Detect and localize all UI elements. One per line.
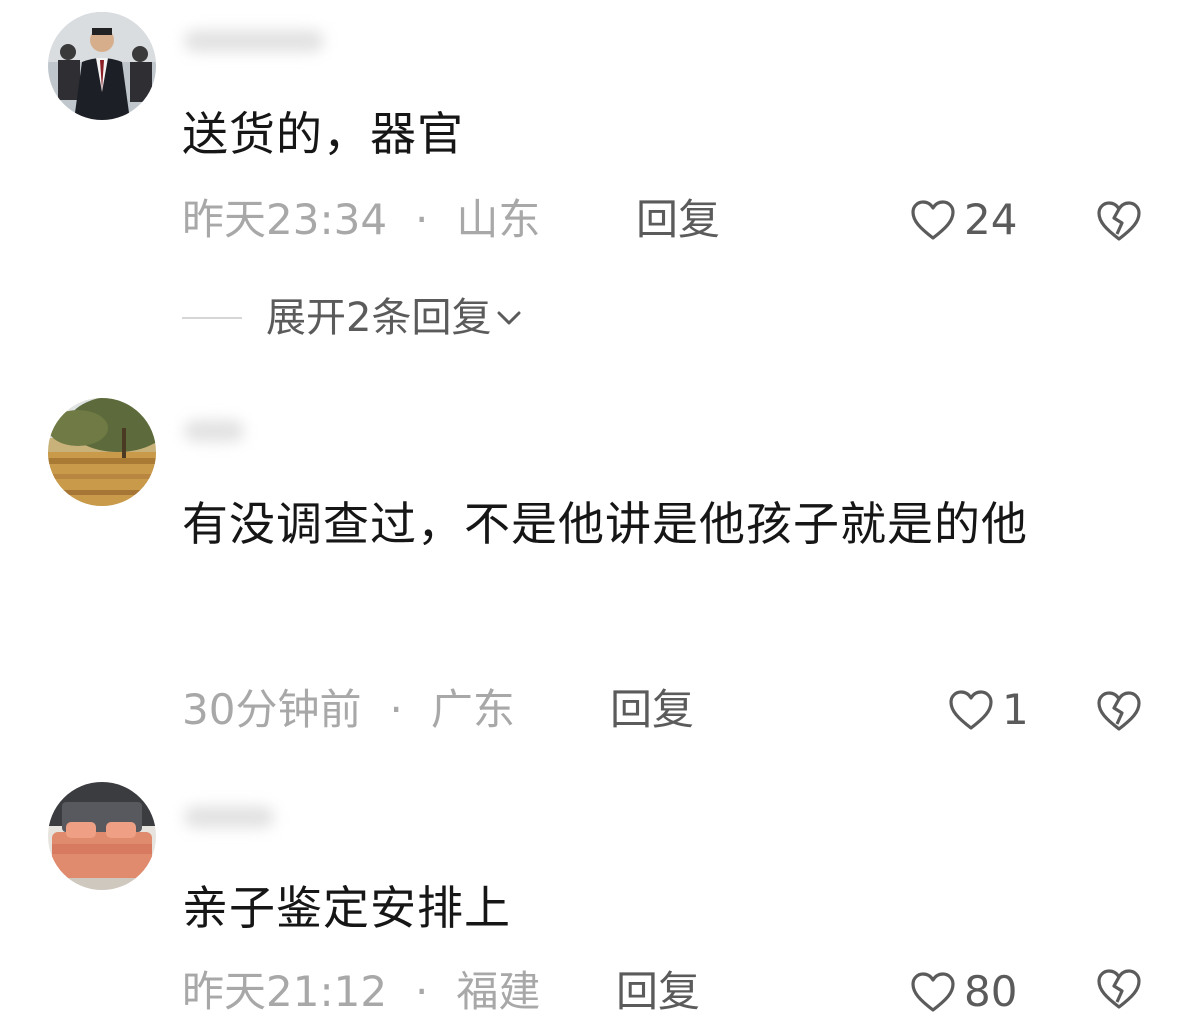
comment-time: 30分钟前 [182, 685, 362, 734]
heart-outline-icon [911, 200, 955, 240]
expand-replies[interactable]: 展开2条回复 [182, 288, 523, 348]
comment-text: 送货的，器官 [182, 107, 464, 161]
heart-outline-icon [949, 690, 993, 730]
reply-button[interactable]: 回复 [610, 680, 694, 740]
broken-heart-icon[interactable] [1096, 198, 1142, 244]
reply-button[interactable]: 回复 [616, 962, 700, 1022]
meta-separator: · [415, 195, 429, 244]
divider-line [182, 317, 242, 319]
username-blurred[interactable] [184, 806, 274, 828]
comment-meta: 昨天23:34 · 山东 [182, 190, 540, 250]
meta-separator: · [415, 967, 429, 1016]
username-blurred[interactable] [184, 420, 244, 442]
avatar[interactable] [48, 398, 156, 506]
like-count: 24 [964, 195, 1018, 244]
comment-meta: 30分钟前 · 广东 [182, 680, 515, 740]
like-button[interactable]: 24 [910, 190, 1017, 250]
like-button[interactable]: 1 [948, 680, 1029, 740]
broken-heart-icon[interactable] [1096, 688, 1142, 734]
like-count: 80 [964, 967, 1018, 1016]
comment-location: 广东 [430, 685, 515, 734]
comment-location: 山东 [456, 195, 541, 244]
avatar-image [48, 12, 156, 120]
broken-heart-icon[interactable] [1096, 966, 1142, 1012]
avatar-image [48, 782, 156, 890]
avatar[interactable] [48, 782, 156, 890]
comment-text: 有没调查过，不是他讲是他孩子就是的他 [182, 497, 1028, 551]
meta-separator: · [389, 685, 403, 734]
expand-replies-label: 展开2条回复 [266, 295, 492, 341]
like-count: 1 [1002, 685, 1029, 734]
comment-time: 昨天23:34 [182, 195, 388, 244]
comment-text: 亲子鉴定安排上 [182, 881, 511, 935]
comment-time: 昨天21:12 [182, 967, 388, 1016]
avatar-image [48, 398, 156, 506]
like-button[interactable]: 80 [910, 962, 1017, 1022]
reply-button[interactable]: 回复 [636, 190, 720, 250]
comment-meta: 昨天21:12 · 福建 [182, 962, 540, 1022]
comment-location: 福建 [456, 967, 541, 1016]
chevron-down-icon [497, 311, 521, 325]
heart-outline-icon [911, 972, 955, 1012]
username-blurred[interactable] [184, 30, 324, 52]
avatar[interactable] [48, 12, 156, 120]
